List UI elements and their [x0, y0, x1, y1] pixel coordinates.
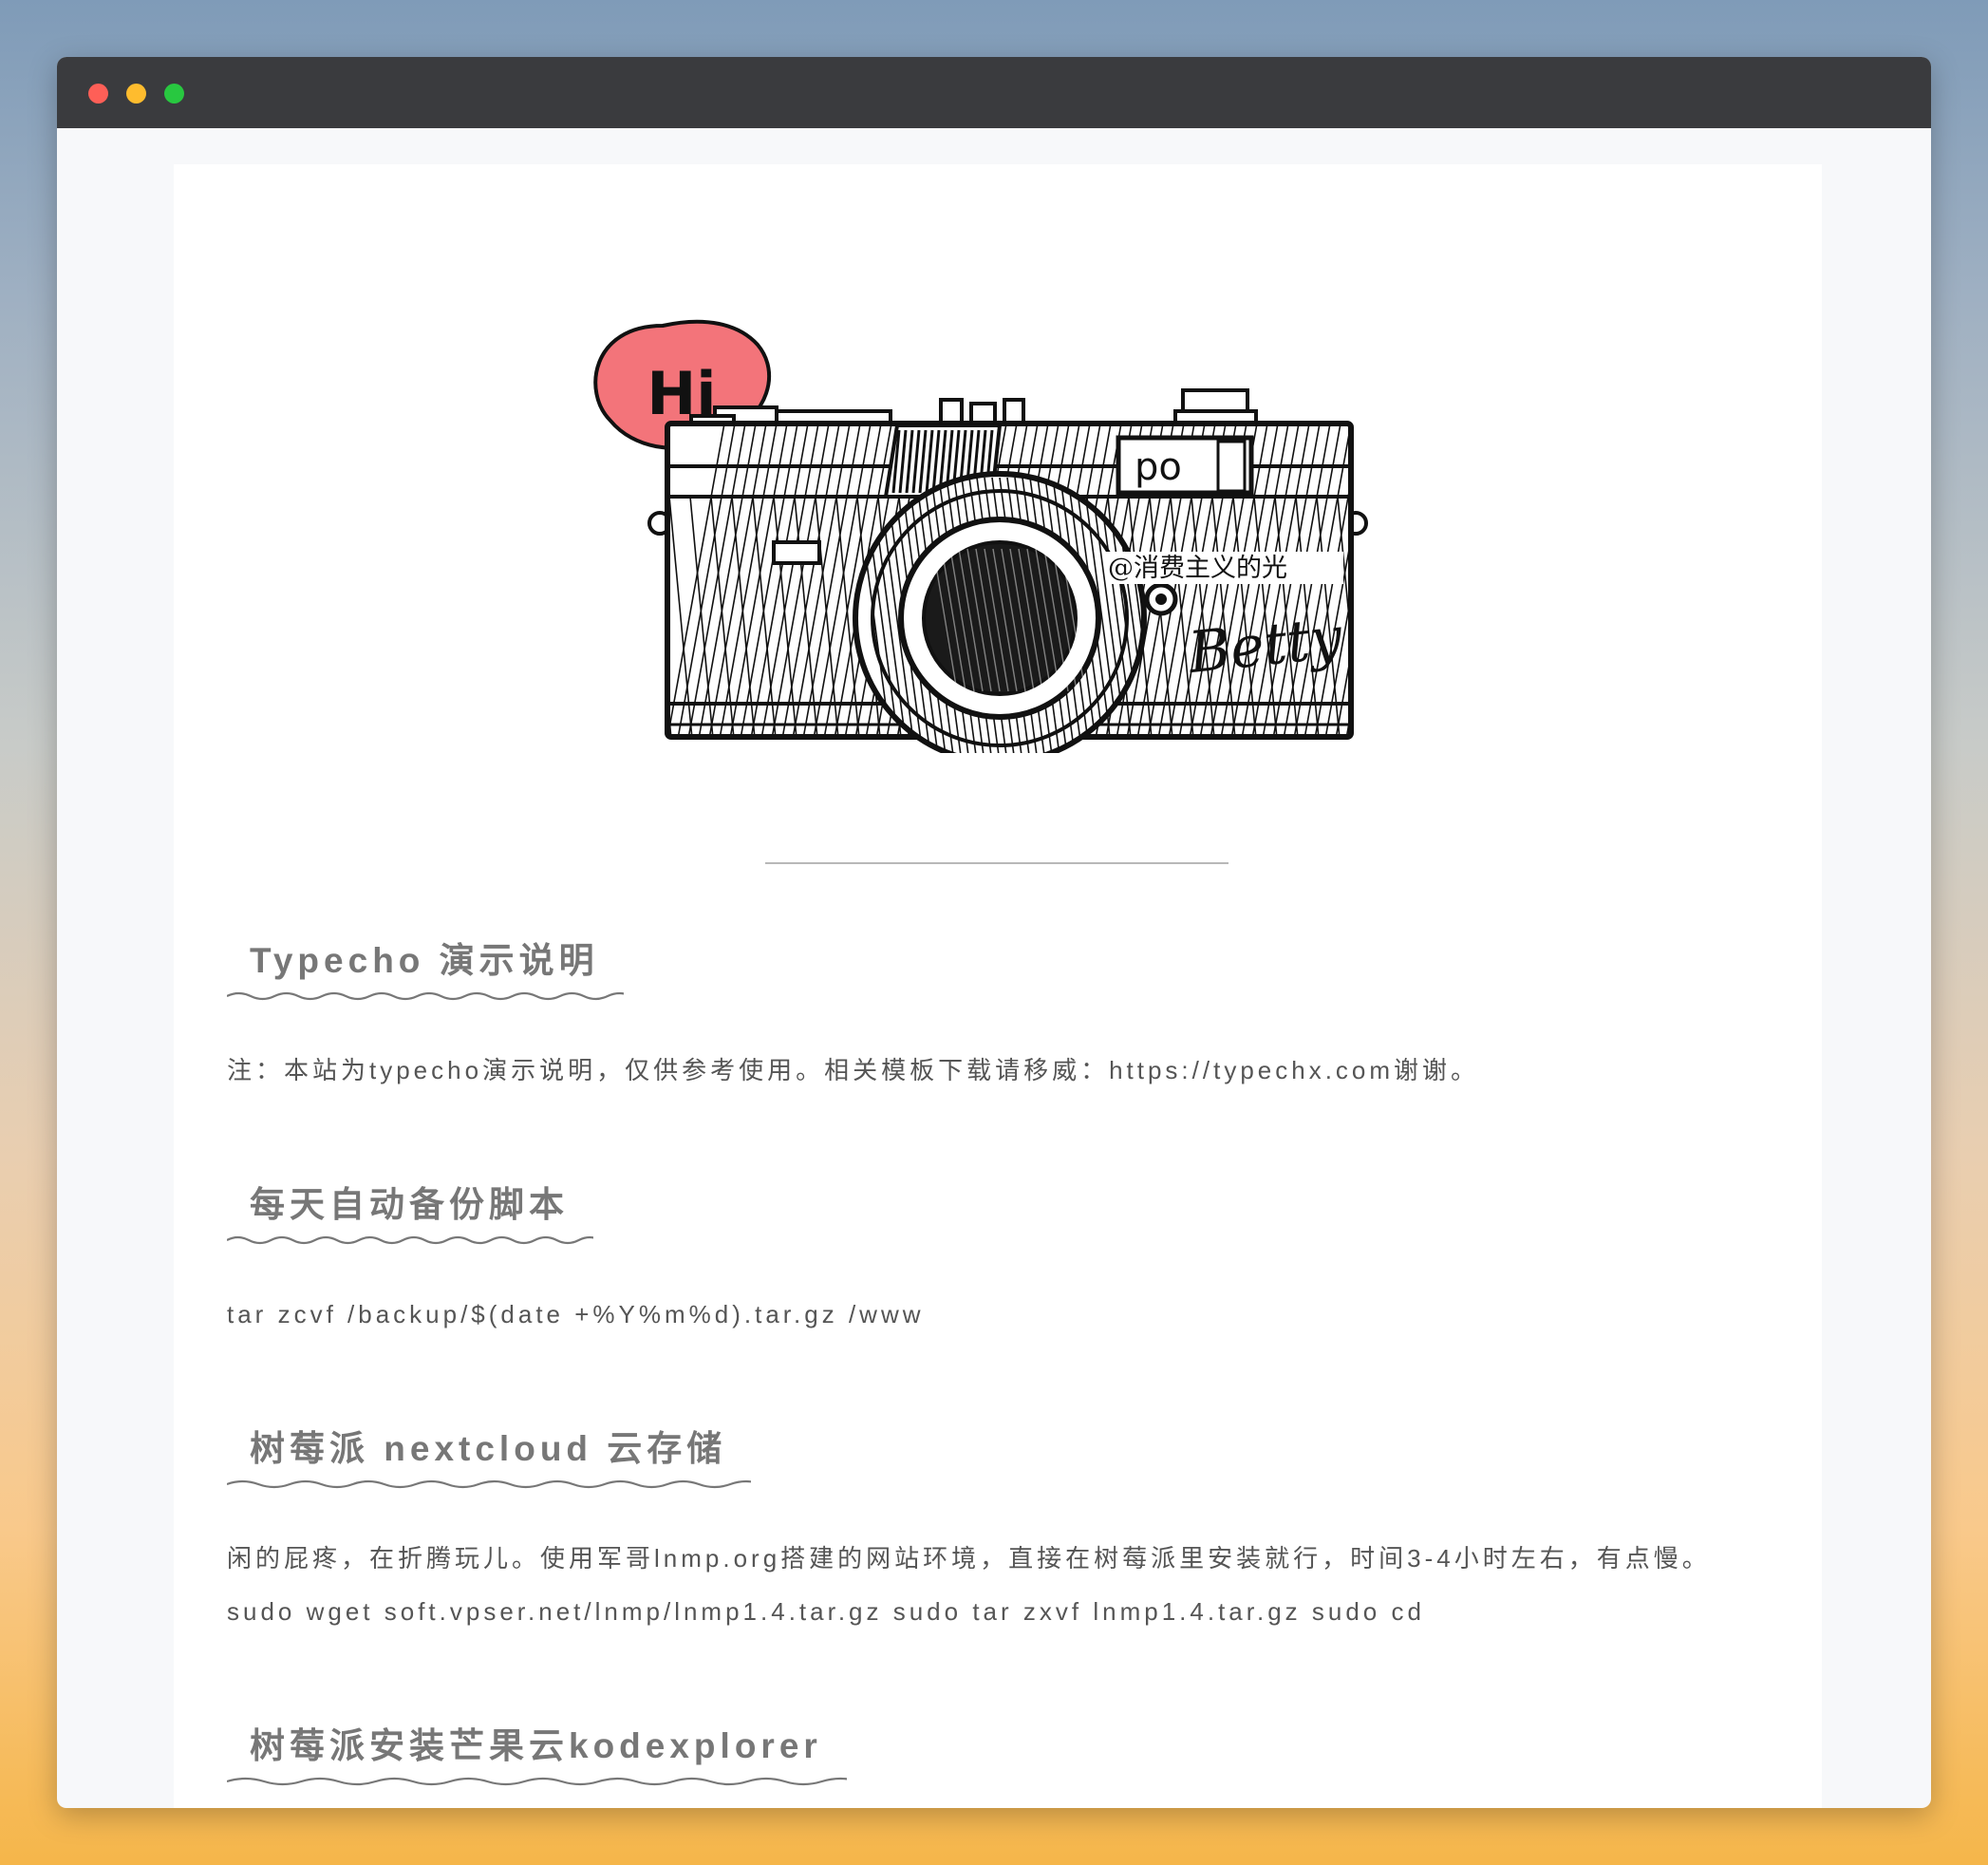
svg-text:po: po: [1135, 445, 1182, 489]
minimize-window-button[interactable]: [126, 84, 146, 104]
post-title-text: Typecho 演示说明: [250, 941, 599, 980]
window-titlebar: [57, 57, 1931, 128]
browser-window: Hi po @消费主义的光 Betty Typecho 演示说明 注：本站为ty…: [57, 57, 1931, 1808]
post-title-text: 每天自动备份脚本: [250, 1185, 569, 1224]
post-item: Typecho 演示说明 注：本站为typecho演示说明，仅供参考使用。相关模…: [227, 932, 1769, 1097]
post-title-text: 树莓派安装芒果云kodexplorer: [250, 1726, 822, 1765]
post-title-link[interactable]: 树莓派安装芒果云kodexplorer: [227, 1717, 847, 1787]
title-wave-underline: [227, 1233, 593, 1246]
post-excerpt: 注：本站为typecho演示说明，仅供参考使用。相关模板下载请移威：https:…: [227, 1056, 1480, 1084]
title-wave-underline: [227, 1477, 751, 1490]
hero-illustration: Hi po @消费主义的光 Betty: [553, 221, 1408, 765]
post-title-link[interactable]: 每天自动备份脚本: [227, 1176, 593, 1246]
watermark-text: @消费主义的光: [1108, 554, 1287, 583]
title-wave-underline: [227, 1774, 847, 1787]
hero-divider: [765, 862, 1228, 864]
blog-card: Hi po @消费主义的光 Betty Typecho 演示说明 注：本站为ty…: [174, 164, 1822, 1808]
maximize-window-button[interactable]: [164, 84, 184, 104]
post-title-text: 树莓派 nextcloud 云存储: [250, 1429, 727, 1468]
page-content: Hi po @消费主义的光 Betty Typecho 演示说明 注：本站为ty…: [57, 128, 1931, 1808]
post-item: 每天自动备份脚本 tar zcvf /backup/$(date +%Y%m%d…: [227, 1176, 1769, 1341]
post-title-link[interactable]: 树莓派 nextcloud 云存储: [227, 1420, 751, 1490]
camera-sketch-icon: Hi po @消费主义的光 Betty: [593, 319, 1368, 765]
close-window-button[interactable]: [88, 84, 108, 104]
post-excerpt: 闲的屁疼，在折腾玩儿。使用军哥lnmp.org搭建的网站环境，直接在树莓派里安装…: [227, 1544, 1711, 1626]
post-excerpt: tar zcvf /backup/$(date +%Y%m%d).tar.gz …: [227, 1300, 925, 1328]
post-item: 树莓派安装芒果云kodexplorer: [227, 1717, 1769, 1808]
post-item: 树莓派 nextcloud 云存储 闲的屁疼，在折腾玩儿。使用军哥lnmp.or…: [227, 1420, 1769, 1638]
post-title-link[interactable]: Typecho 演示说明: [227, 932, 624, 1002]
title-wave-underline: [227, 989, 624, 1002]
